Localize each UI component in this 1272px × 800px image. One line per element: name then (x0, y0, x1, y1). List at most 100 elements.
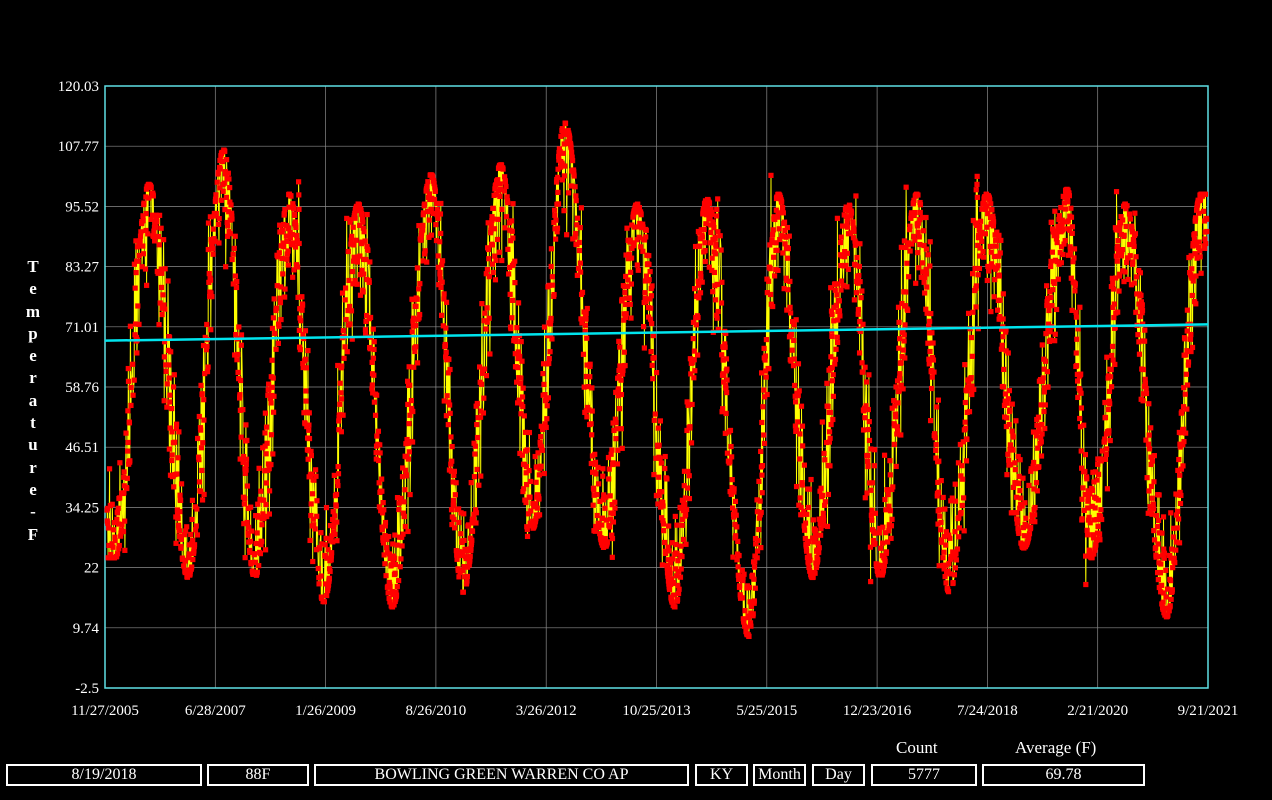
daily-temp-point (1033, 480, 1040, 486)
daily-temp-point (270, 315, 276, 321)
daily-temp-point (979, 238, 985, 244)
daily-temp-point (1168, 596, 1174, 602)
daily-temp-point (189, 497, 196, 503)
daily-temp-point (723, 385, 729, 391)
daily-temp-point (468, 480, 474, 486)
daily-temp-point (882, 496, 888, 503)
daily-temp-point (303, 388, 309, 394)
daily-temp-point (709, 211, 715, 218)
daily-temp-point (655, 425, 661, 431)
daily-temp-point (201, 417, 207, 423)
daily-temp-point (555, 189, 561, 196)
day-button[interactable]: Day (812, 764, 865, 786)
daily-temp-point (1089, 487, 1096, 493)
daily-temp-point (561, 173, 567, 179)
daily-temp-point (303, 365, 310, 371)
daily-temp-point (728, 443, 734, 450)
daily-temp-point (501, 188, 508, 194)
daily-temp-point (969, 391, 975, 398)
daily-temp-point (1109, 343, 1116, 349)
daily-temp-point (536, 472, 542, 478)
state-field[interactable]: KY (695, 764, 748, 786)
daily-temp-point (683, 511, 689, 518)
daily-temp-point (1092, 505, 1098, 511)
average-field[interactable]: 69.78 (982, 764, 1145, 786)
daily-temp-point (844, 250, 850, 256)
daily-temp-point (354, 281, 360, 287)
daily-temp-point (526, 468, 532, 474)
daily-temp-point (1184, 382, 1191, 388)
daily-temp-point (893, 414, 899, 420)
daily-temp-point (486, 315, 492, 321)
daily-temp-point (987, 243, 993, 250)
daily-temp-point (204, 321, 210, 328)
daily-temp-point (1006, 457, 1012, 463)
daily-temp-point (352, 215, 358, 221)
daily-temp-point (1032, 519, 1038, 525)
daily-temp-point (482, 310, 488, 316)
daily-temp-point (588, 421, 594, 427)
daily-temp-point (450, 497, 457, 504)
daily-temp-point (887, 508, 894, 514)
temp-field[interactable]: 88F (207, 764, 309, 786)
daily-temp-point (1131, 280, 1137, 286)
daily-temp-point (500, 166, 506, 172)
daily-temp-point (628, 315, 634, 321)
daily-temp-point (204, 369, 211, 375)
daily-temp-point (750, 611, 756, 617)
daily-temp-point (375, 428, 382, 434)
date-field[interactable]: 8/19/2018 (6, 764, 202, 786)
daily-temp-point (592, 459, 599, 465)
y-tick-label: 9.74 (73, 621, 100, 637)
daily-temp-point (474, 466, 480, 473)
daily-temp-point (195, 435, 201, 442)
daily-temp-point (1107, 437, 1113, 444)
daily-temp-point (898, 360, 904, 366)
daily-temp-point (506, 271, 512, 277)
daily-temp-point (739, 595, 746, 601)
daily-temp-point (727, 458, 733, 465)
daily-temp-point (350, 224, 356, 230)
daily-temp-point (371, 399, 378, 405)
daily-temp-point (838, 287, 844, 293)
daily-temp-point (162, 266, 168, 272)
daily-temp-point (242, 495, 248, 502)
daily-temp-point (341, 355, 347, 361)
daily-temp-point (157, 212, 163, 218)
daily-temp-point (818, 485, 824, 491)
daily-temp-point (1155, 541, 1161, 547)
count-field[interactable]: 5777 (871, 764, 977, 786)
daily-temp-point (627, 301, 633, 307)
daily-temp-point (1160, 514, 1167, 520)
daily-temp-point (279, 255, 285, 262)
daily-temp-point (736, 553, 742, 559)
month-button[interactable]: Month (753, 764, 806, 786)
daily-temp-point (905, 307, 911, 313)
daily-temp-point (549, 336, 555, 342)
daily-temp-point (952, 498, 959, 504)
daily-temp-point (834, 215, 841, 221)
daily-temp-point (553, 217, 559, 223)
daily-temp-point (712, 236, 718, 242)
daily-temp-point (646, 261, 652, 268)
daily-temp-point (236, 324, 242, 330)
daily-temp-point (838, 234, 844, 240)
daily-temp-point (296, 192, 302, 198)
daily-temp-point (723, 356, 730, 362)
daily-temp-point (196, 479, 203, 485)
daily-temp-point (657, 455, 663, 461)
daily-temp-point (661, 528, 667, 534)
daily-temp-point (178, 545, 184, 551)
daily-temp-point (866, 372, 872, 378)
daily-temp-point (512, 280, 518, 286)
daily-temp-point (577, 224, 583, 231)
daily-temp-point (237, 377, 244, 384)
daily-temp-point (961, 528, 967, 534)
daily-temp-point (662, 453, 668, 460)
daily-temp-point (458, 531, 464, 537)
daily-temp-point (1000, 334, 1006, 340)
station-field[interactable]: BOWLING GREEN WARREN CO AP (314, 764, 689, 786)
daily-temp-point (956, 534, 962, 540)
y-tick-label: -2.5 (75, 681, 99, 697)
daily-temp-point (263, 480, 269, 486)
